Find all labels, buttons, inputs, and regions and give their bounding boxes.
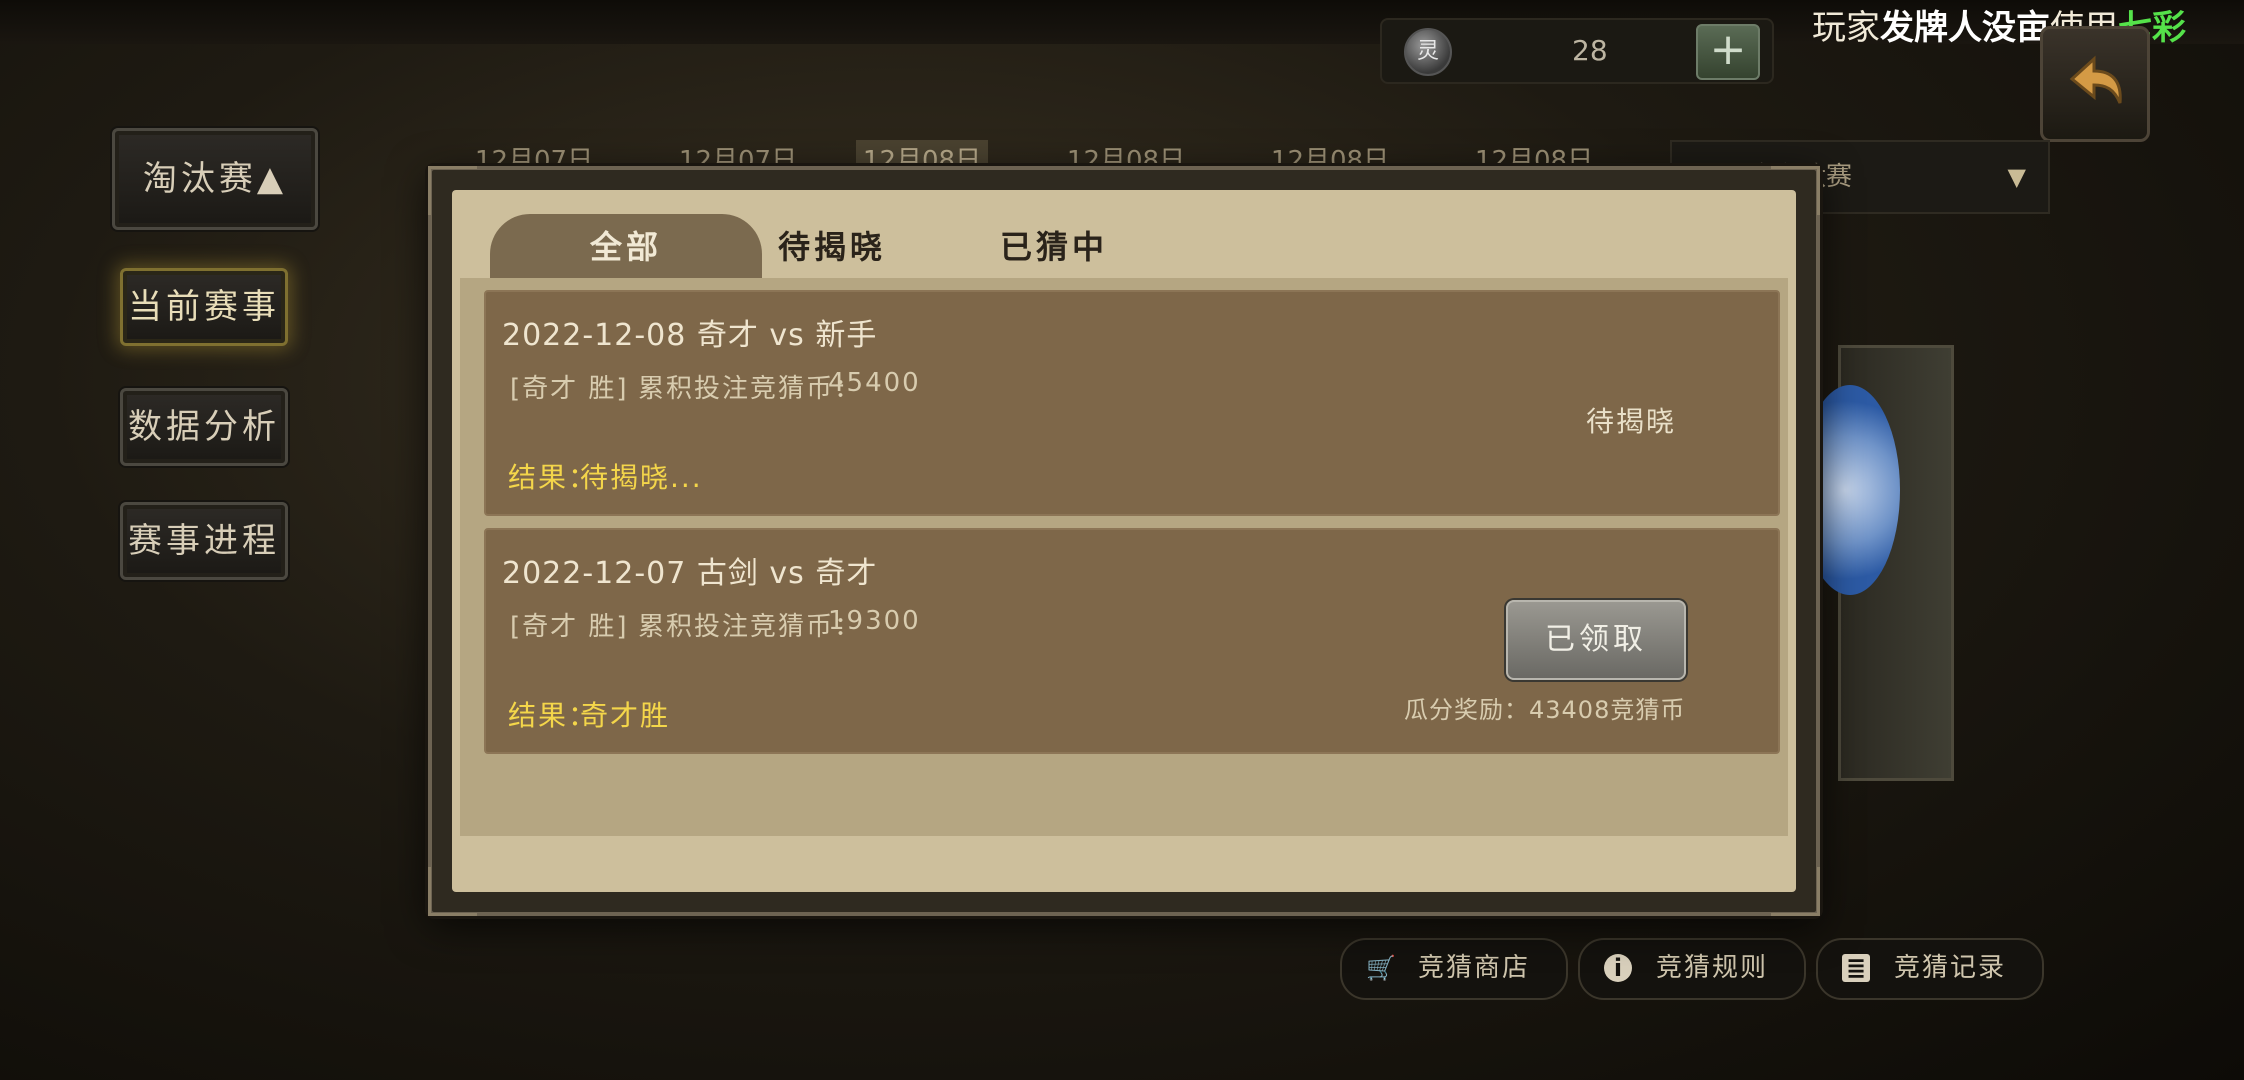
record-total-value: 45400 [828, 368, 921, 398]
corner-ornament [1771, 867, 1820, 916]
record-result-value: 待揭晓... [580, 461, 703, 494]
tab-all[interactable]: 全部 [490, 214, 762, 280]
guess-records-label: 竞猜记录 [1894, 953, 2007, 983]
currency-box: 灵 28 + [1380, 18, 1774, 84]
sidebar-item-event-progress[interactable]: 赛事进程 [120, 502, 288, 580]
modal-panel: 全部 待揭晓 已猜中 2022-12-08 奇才 vs 新手 [奇才 胜] 累积… [452, 190, 1796, 892]
record-title: 2022-12-08 奇才 vs 新手 [502, 318, 878, 353]
record-title: 2022-12-07 古剑 vs 奇才 [502, 556, 878, 591]
cart-icon: 🛒 [1366, 954, 1396, 982]
guess-records-button[interactable]: ≣ 竞猜记录 [1816, 938, 2044, 1000]
record-bet-side: [奇才 胜] [510, 612, 629, 642]
record-reward: 瓜分奖励：43408竞猜币 [1404, 696, 1686, 724]
corner-ornament [1771, 166, 1820, 215]
record-status: 待揭晓 [1586, 405, 1677, 438]
coin-value: 28 [1572, 34, 1608, 67]
record-result-value: 奇才胜 [580, 699, 671, 732]
coin-icon: 灵 [1404, 28, 1452, 76]
guess-shop-label: 竞猜商店 [1418, 953, 1531, 983]
guess-rules-button[interactable]: i 竞猜规则 [1578, 938, 1806, 1000]
guess-history-modal: 全部 待揭晓 已猜中 2022-12-08 奇才 vs 新手 [奇才 胜] 累积… [428, 166, 1820, 916]
corner-ornament [428, 867, 477, 916]
record-bet-side: [奇才 胜] [510, 374, 629, 404]
back-arrow-icon [2069, 55, 2122, 104]
record-card: 2022-12-08 奇才 vs 新手 [奇才 胜] 累积投注竞猜币： 4540… [484, 290, 1780, 516]
back-button[interactable] [2040, 26, 2150, 142]
info-icon: i [1604, 954, 1632, 982]
guess-rules-label: 竞猜规则 [1656, 953, 1769, 983]
corner-ornament [428, 166, 477, 215]
sidebar-item-knockout[interactable]: 淘汰赛▲ [112, 128, 318, 230]
tab-pending[interactable]: 待揭晓 [778, 214, 886, 280]
record-total-value: 19300 [828, 606, 921, 636]
add-currency-button[interactable]: + [1696, 24, 1760, 80]
claimed-button[interactable]: 已领取 [1506, 600, 1686, 680]
list-icon: ≣ [1842, 954, 1870, 982]
dropdown-arrow-icon: ▼ [2007, 163, 2026, 191]
guess-shop-button[interactable]: 🛒 竞猜商店 [1340, 938, 1568, 1000]
record-card: 2022-12-07 古剑 vs 奇才 [奇才 胜] 累积投注竞猜币： 1930… [484, 528, 1780, 754]
record-list: 2022-12-08 奇才 vs 新手 [奇才 胜] 累积投注竞猜币： 4540… [460, 278, 1788, 836]
sidebar-item-current-event[interactable]: 当前赛事 [120, 268, 288, 346]
sidebar-item-data-analysis[interactable]: 数据分析 [120, 388, 288, 466]
marquee-prefix: 玩家 [1812, 8, 1880, 48]
marquee-player-name: 发牌人没亩 [1880, 8, 2050, 48]
tab-correct[interactable]: 已猜中 [1000, 214, 1108, 280]
